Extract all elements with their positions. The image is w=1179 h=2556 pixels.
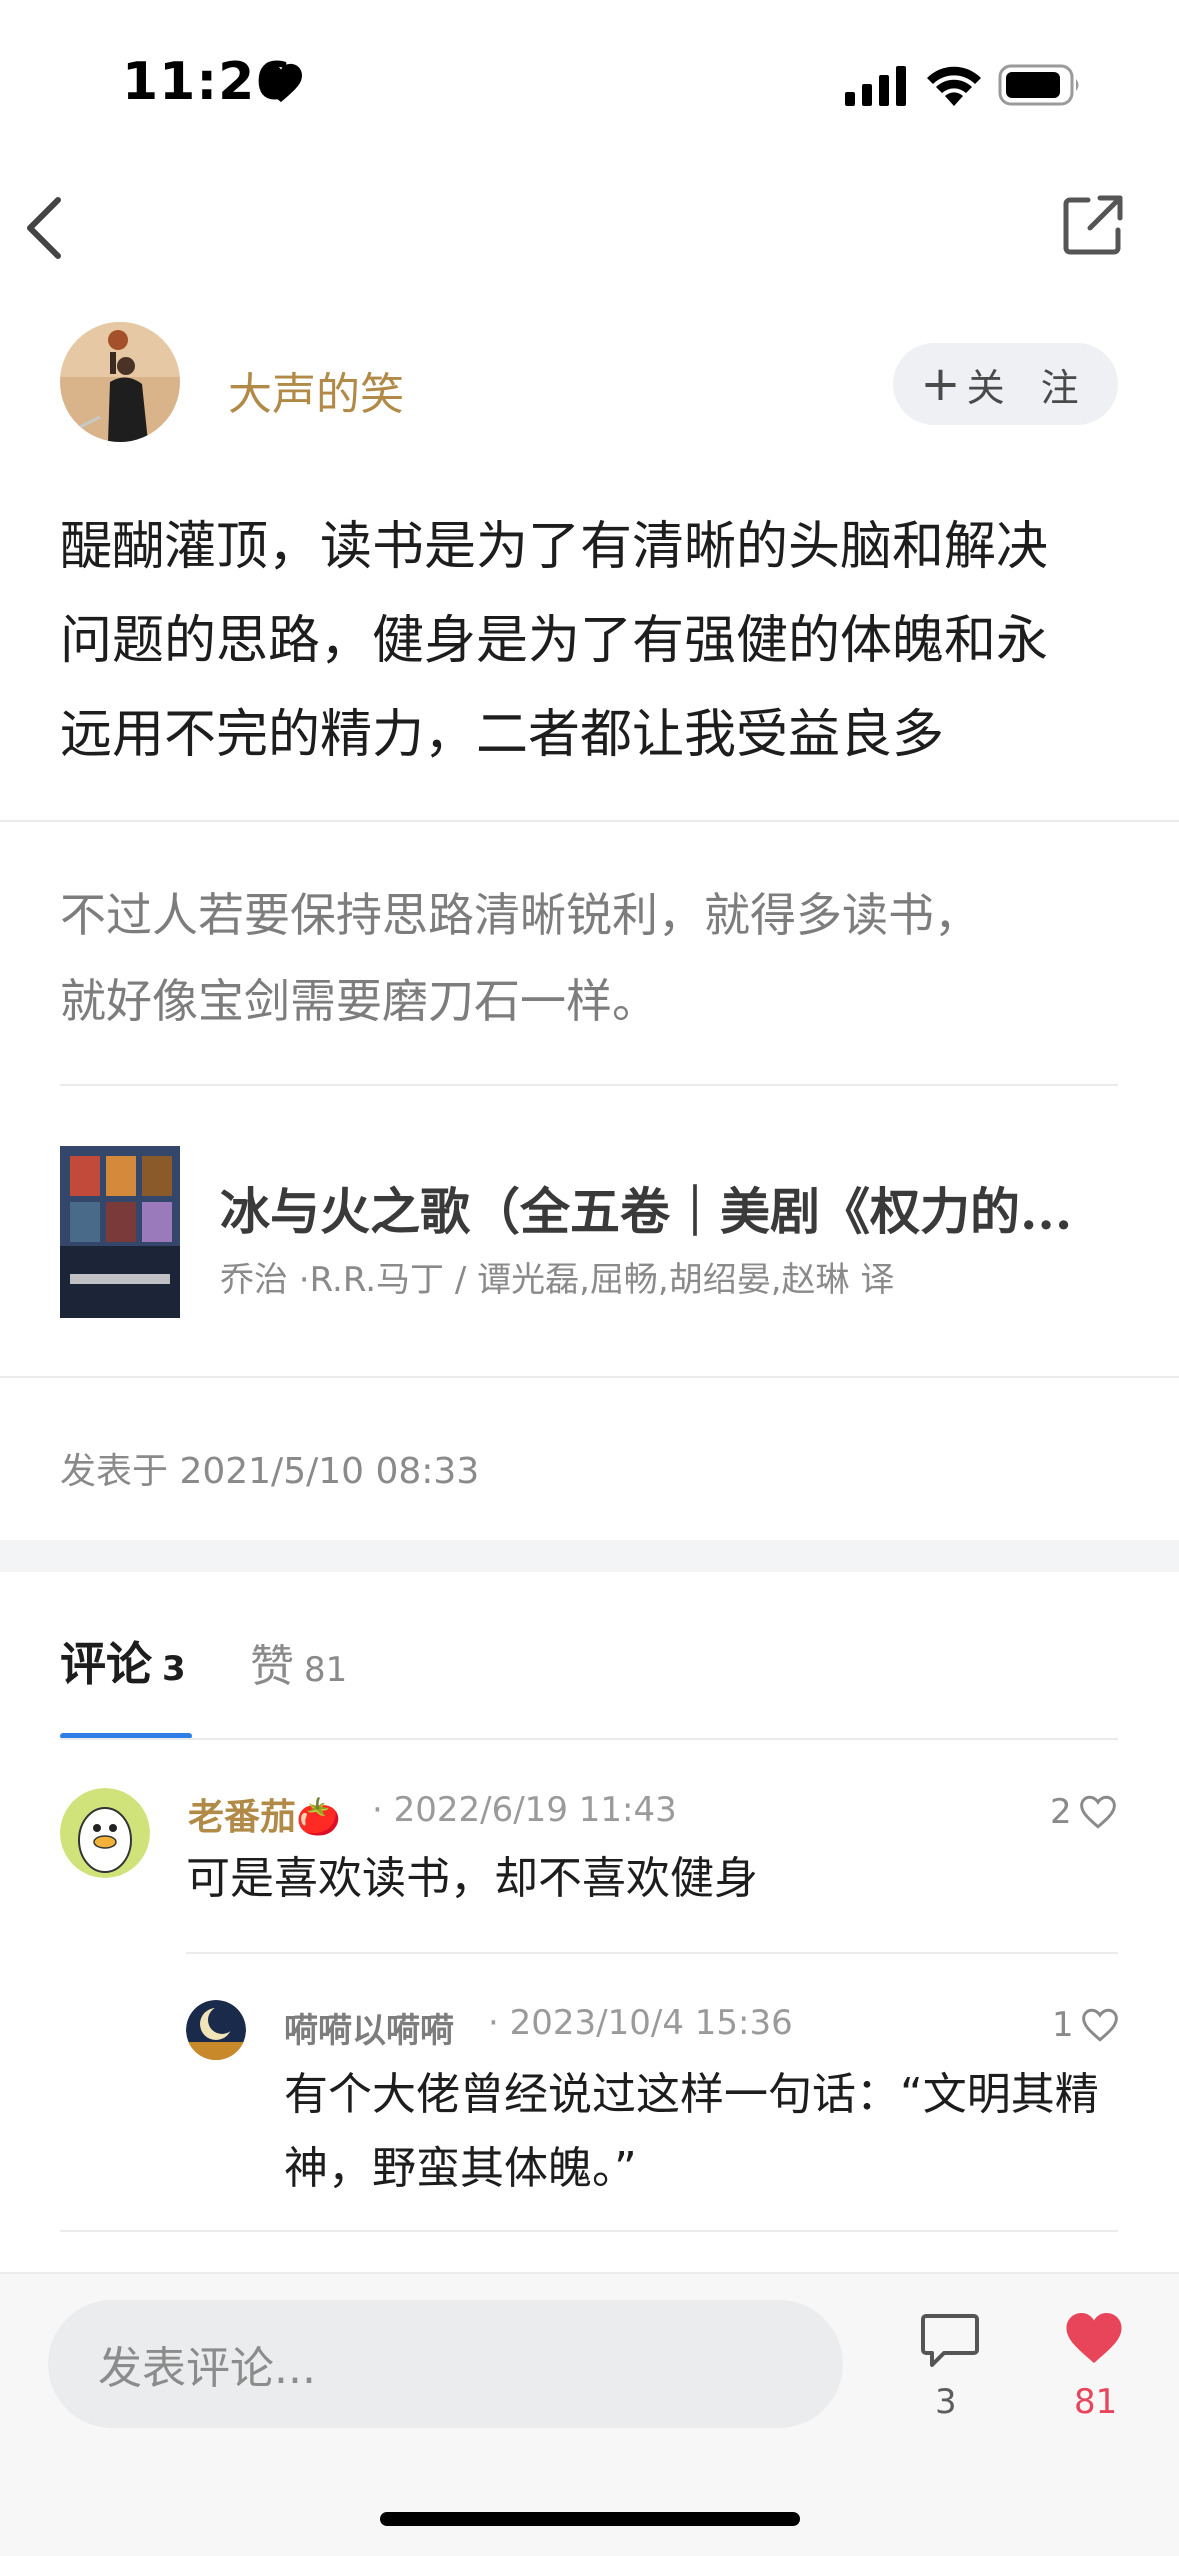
- plus-icon: +: [920, 356, 961, 412]
- heart-filled-icon[interactable]: [1064, 2310, 1124, 2366]
- status-bar: 11:26: [0, 0, 1179, 150]
- post-line: 问题的思路，健身是为了有强健的体魄和永: [60, 611, 1049, 671]
- post-line: 醍醐灌顶，读书是为了有清晰的头脑和解决: [60, 517, 1049, 577]
- quote-line: 不过人若要保持思路清晰锐利，就得多读书，: [60, 888, 980, 942]
- commenter-name[interactable]: 老番茄🍅: [188, 1788, 341, 1840]
- reply-like-button[interactable]: 1: [1052, 2005, 1120, 2045]
- quote-line: 就好像宝剑需要磨刀石一样。: [60, 974, 658, 1028]
- reply-line: 有个大佬曾经说过这样一句话：“文明其精: [284, 2069, 1099, 2120]
- cellular-signal-icon: [845, 66, 906, 106]
- heart-status-icon: [260, 63, 302, 103]
- tab-likes-count: 81: [304, 1650, 348, 1690]
- heart-outline-icon: [1081, 2008, 1118, 2042]
- author-name[interactable]: 大声的笑: [228, 358, 404, 422]
- reply-text: 有个大佬曾经说过这样一句话：“文明其精 神，野蛮其体魄。”: [284, 2058, 1124, 2206]
- tab-likes-label: 赞: [250, 1641, 294, 1692]
- comment-like-count: 2: [1050, 1792, 1072, 1832]
- follow-button[interactable]: + 关 注: [893, 343, 1118, 425]
- wifi-icon: [927, 66, 981, 106]
- comment-text: 可是喜欢读书，却不喜欢健身: [186, 1853, 758, 1904]
- book-title[interactable]: 冰与火之歌（全五卷｜美剧《权力的...: [220, 1172, 1120, 1244]
- book-cover-image[interactable]: [60, 1146, 180, 1318]
- published-time: 发表于 2021/5/10 08:33: [60, 1451, 480, 1492]
- comment-input[interactable]: 发表评论...: [48, 2300, 843, 2428]
- book-quote: 不过人若要保持思路清晰锐利，就得多读书， 就好像宝剑需要磨刀石一样。: [60, 872, 1120, 1044]
- comment-bubble-icon[interactable]: [920, 2312, 980, 2370]
- post-line: 远用不完的精力，二者都让我受益良多: [60, 705, 945, 765]
- bottom-like-count: 81: [1074, 2382, 1118, 2422]
- tab-comments-label: 评论: [60, 1637, 152, 1691]
- divider: [60, 1738, 1118, 1740]
- reply-line: 神，野蛮其体魄。”: [284, 2143, 637, 2194]
- share-external-icon[interactable]: [1062, 194, 1124, 256]
- divider: [0, 1376, 1179, 1378]
- follow-label: 关 注: [966, 365, 1091, 410]
- book-authors: 乔治 ·R.R.马丁 / 谭光磊,屈畅,胡绍晏,赵琳 译: [220, 1260, 895, 1300]
- comment-like-button[interactable]: 2: [1050, 1792, 1118, 1832]
- bottom-comment-count: 3: [935, 2382, 957, 2422]
- replier-avatar[interactable]: [186, 2000, 246, 2060]
- tab-likes[interactable]: 赞 81: [250, 1630, 347, 1694]
- battery-icon: [998, 64, 1079, 106]
- commenter-avatar[interactable]: [60, 1788, 150, 1878]
- home-indicator: [380, 2512, 800, 2526]
- divider: [186, 1952, 1118, 1954]
- divider: [0, 820, 1179, 822]
- tab-comments[interactable]: 评论 3: [60, 1628, 186, 1694]
- reply-like-count: 1: [1052, 2005, 1074, 2045]
- reply-time: · 2023/10/4 15:36: [488, 2003, 793, 2043]
- divider: [60, 1084, 1118, 1086]
- heart-outline-icon: [1079, 1795, 1116, 1829]
- comment-time: · 2022/6/19 11:43: [372, 1790, 677, 1830]
- post-content: 醍醐灌顶，读书是为了有清晰的头脑和解决 问题的思路，健身是为了有强健的体魄和永 …: [60, 500, 1130, 782]
- author-avatar[interactable]: [60, 322, 180, 442]
- replier-name[interactable]: 嗬嗬以嗬嗬: [284, 2003, 454, 2052]
- tab-comments-count: 3: [162, 1649, 186, 1689]
- section-separator: [0, 1540, 1179, 1572]
- back-icon[interactable]: [18, 190, 78, 266]
- divider: [60, 2230, 1118, 2232]
